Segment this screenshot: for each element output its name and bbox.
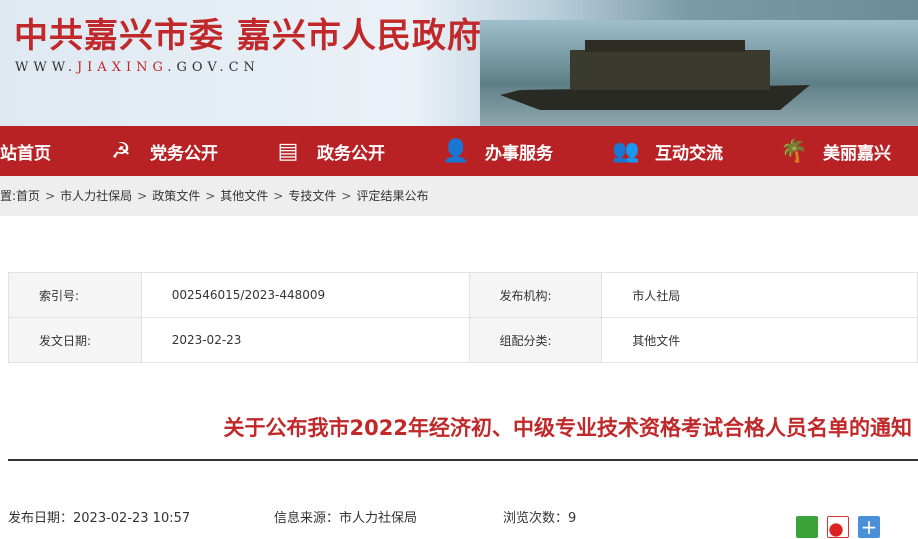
nav-label: 站首页 (0, 143, 51, 164)
red-boat-image (500, 40, 810, 110)
breadcrumb-sep: > (205, 189, 216, 203)
category-value: 其他文件 (601, 317, 918, 363)
nav-label: 党务公开 (150, 143, 218, 164)
index-value: 002546015/2023-448009 (140, 272, 470, 318)
nav-government[interactable]: ▤ 政务公开 (273, 126, 385, 176)
main-nav: 站首页 ☭ 党务公开 ▤ 政务公开 👤 办事服务 👥 互动交流 🌴 美丽嘉兴 (0, 126, 918, 176)
info-source: 信息来源：市人力社保局 (274, 511, 418, 526)
breadcrumb-link[interactable]: 政策文件 (152, 189, 200, 203)
site-title: 中共嘉兴市委 嘉兴市人民政府 (14, 16, 482, 56)
document-meta-table: 索引号: 002546015/2023-448009 发布机构: 市人社局 发文日期:… (8, 272, 918, 363)
breadcrumb-link[interactable]: 其他文件 (220, 189, 268, 203)
breadcrumb-link[interactable]: 评定结果公布 (356, 189, 428, 203)
url-prefix: WWW. (15, 60, 77, 75)
wechat-share-icon[interactable] (796, 516, 818, 538)
nav-label: 政务公开 (317, 143, 385, 164)
nav-interact[interactable]: 👥 互动交流 (611, 126, 723, 176)
view-count: 浏览次数：9 (503, 511, 577, 526)
nav-beautiful[interactable]: 🌴 美丽嘉兴 (779, 126, 891, 176)
org-label: 发布机构: (468, 272, 603, 318)
nav-label: 办事服务 (485, 143, 553, 164)
breadcrumb: 置:首页 > 市人力社保局 > 政策文件 > 其他文件 > 专技文件 > 评定结果公布 (0, 176, 918, 216)
nav-label: 互动交流 (655, 143, 723, 164)
people-group-icon: 👥 (612, 138, 640, 164)
palm-tree-icon: 🌴 (780, 138, 808, 164)
header-banner: 中共嘉兴市委 嘉兴市人民政府 WWW.JIAXING.GOV.CN (0, 0, 918, 126)
breadcrumb-link[interactable]: 专技文件 (288, 189, 336, 203)
url-domain: JIAXING (76, 60, 168, 75)
service-person-icon: 👤 (442, 138, 470, 164)
publish-date: 发布日期：2023-02-23 10:57 (8, 511, 191, 526)
breadcrumb-prefix: 置: (0, 189, 17, 203)
divider (8, 459, 918, 461)
more-share-icon[interactable]: + (858, 516, 880, 538)
index-label: 索引号: (8, 272, 142, 318)
breadcrumb-link[interactable]: 首页 (16, 189, 40, 203)
org-value: 市人社局 (601, 272, 918, 318)
date-value: 2023-02-23 (140, 317, 470, 363)
party-book-icon: ☭ (111, 138, 131, 164)
breadcrumb-sep: > (273, 189, 284, 203)
nav-label: 美丽嘉兴 (823, 143, 891, 164)
nav-party[interactable]: ☭ 党务公开 (106, 126, 218, 176)
category-label: 组配分类: (468, 317, 603, 363)
weibo-share-icon[interactable] (827, 516, 849, 538)
breadcrumb-sep: > (137, 189, 148, 203)
nav-service[interactable]: 👤 办事服务 (441, 126, 553, 176)
breadcrumb-link[interactable]: 市人力社保局 (60, 189, 132, 203)
site-url: WWW.JIAXING.GOV.CN (15, 60, 260, 75)
breadcrumb-sep: > (45, 189, 56, 203)
breadcrumb-sep: > (341, 189, 352, 203)
government-board-icon: ▤ (277, 138, 299, 164)
nav-home[interactable]: 站首页 (0, 126, 51, 176)
url-suffix: .GOV.CN (167, 60, 260, 75)
date-label: 发文日期: (8, 317, 142, 363)
article-title: 关于公布我市2022年经济初、中级专业技术资格考试合格人员名单的通知 (223, 416, 912, 440)
